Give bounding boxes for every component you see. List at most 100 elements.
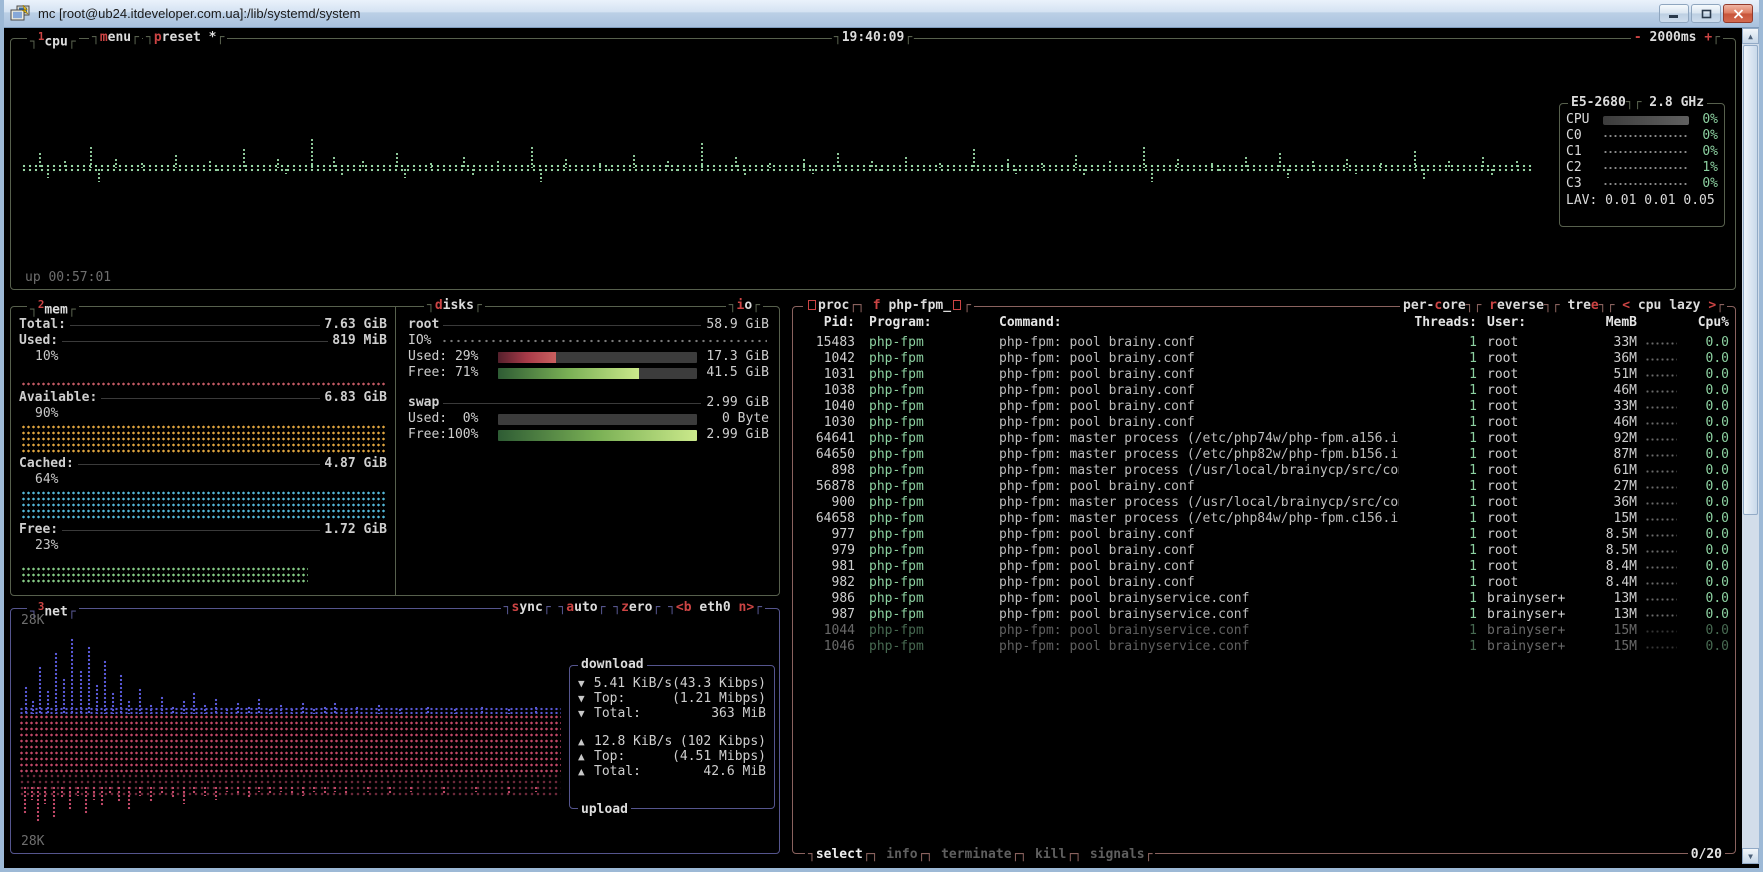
disk-io-row: IO% <box>408 333 769 349</box>
process-row[interactable]: 979 php-fpm php-fpm: pool brainy.conf 1 … <box>799 543 1729 559</box>
cpu-box-title: ┐1cpu┌ <box>27 30 79 49</box>
process-row[interactable]: 1042 php-fpm php-fpm: pool brainy.conf 1… <box>799 351 1729 367</box>
scrollbar-thumb[interactable] <box>1743 45 1758 515</box>
process-cpu-graph <box>1637 351 1681 367</box>
process-cpu-graph <box>1637 511 1681 527</box>
disk-free-row: Free: 71%41.5 GiB <box>408 365 769 381</box>
upload-arrow-icon: ▲ <box>578 734 594 749</box>
process-row[interactable]: 64650 php-fpm php-fpm: master process (/… <box>799 447 1729 463</box>
sort-prev-icon[interactable]: < <box>1622 298 1630 313</box>
download-speed-row: ▼5.41 KiB/s(43.3 Kibps) <box>578 676 766 691</box>
clock: ┐19:40:09┌ <box>832 30 914 45</box>
upload-speed-row: ▲12.8 KiB/s(102 Kibps) <box>578 734 766 749</box>
process-row[interactable]: 982 php-fpm php-fpm: pool brainy.conf 1 … <box>799 575 1729 591</box>
process-row[interactable]: 977 php-fpm php-fpm: pool brainy.conf 1 … <box>799 527 1729 543</box>
process-row[interactable]: 64658 php-fpm php-fpm: master process (/… <box>799 511 1729 527</box>
scrollbar-track[interactable] <box>1742 516 1759 848</box>
mem-used-row: Used:819 MiB <box>19 333 387 349</box>
process-cpu-graph <box>1637 591 1681 607</box>
maximize-button[interactable] <box>1691 4 1721 23</box>
cpu-usage-graph <box>21 49 1719 255</box>
net-traffic-graph <box>19 619 561 845</box>
interface-switcher[interactable]: ┐<b eth0 n>┌ <box>668 600 762 615</box>
reverse-toggle[interactable]: reverse┐┌ <box>1489 298 1559 313</box>
disks-title: ┐disks┌ <box>424 298 485 313</box>
auto-toggle[interactable]: ┐auto┌ <box>558 600 605 615</box>
io-mode-button[interactable]: ┐io┌ <box>726 298 763 313</box>
download-label: download <box>578 657 647 672</box>
upload-arrow-icon: ▲ <box>578 749 594 764</box>
process-cpu-graph <box>1637 527 1681 543</box>
net-stats-panel: download ▼5.41 KiB/s(43.3 Kibps) ▼Top:(1… <box>569 665 775 809</box>
process-cpu-graph <box>1637 463 1681 479</box>
menu-button[interactable]: ┐menu┌ <box>89 30 142 45</box>
per-core-toggle[interactable]: per-core┐┌ <box>1403 298 1481 313</box>
process-cpu-graph <box>1637 479 1681 495</box>
cpu-meter <box>1603 116 1689 125</box>
process-row[interactable]: 1031 php-fpm php-fpm: pool brainy.conf 1… <box>799 367 1729 383</box>
process-cpu-graph <box>1637 543 1681 559</box>
sort-next-icon[interactable]: > <box>1708 298 1716 313</box>
process-row[interactable]: 1038 php-fpm php-fpm: pool brainy.conf 1… <box>799 383 1729 399</box>
close-button[interactable] <box>1723 4 1753 23</box>
putty-app-icon <box>10 5 32 23</box>
scroll-up-icon[interactable]: ▲ <box>1742 28 1759 44</box>
process-cpu-graph <box>1637 607 1681 623</box>
interval-plus-button[interactable]: + <box>1704 30 1712 45</box>
tree-toggle[interactable]: tree┐┌ <box>1567 298 1614 313</box>
mem-used-percent: 10% <box>19 349 387 365</box>
preset-button[interactable]: ┐preset *┌ <box>143 30 227 45</box>
update-interval-control[interactable]: - 2000ms +┌ <box>1631 30 1723 45</box>
scroll-down-icon[interactable]: ▼ <box>1742 848 1759 864</box>
zero-toggle[interactable]: ┐zero┌ <box>613 600 660 615</box>
process-row[interactable]: 64641 php-fpm php-fpm: master process (/… <box>799 431 1729 447</box>
upload-total-row: ▲Total:42.6 MiB <box>578 764 766 779</box>
sort-selector[interactable]: < cpu lazy >┌ <box>1622 298 1724 313</box>
process-cpu-graph <box>1637 415 1681 431</box>
process-row[interactable]: 987 php-fpm php-fpm: pool brainyservice.… <box>799 607 1729 623</box>
process-row[interactable]: 898 php-fpm php-fpm: master process (/us… <box>799 463 1729 479</box>
terminate-button[interactable]: terminate <box>941 847 1011 862</box>
disk-free-meter <box>498 430 697 441</box>
kill-button[interactable]: kill <box>1035 847 1066 862</box>
mem-cached-row: Cached:4.87 GiB <box>19 456 387 472</box>
download-total-row: ▼Total:363 MiB <box>578 706 766 721</box>
titlebar[interactable]: mc [root@ub24.itdeveloper.com.ua]:/lib/s… <box>4 0 1759 28</box>
io-graph <box>441 339 767 343</box>
process-row[interactable]: 981 php-fpm php-fpm: pool brainy.conf 1 … <box>799 559 1729 575</box>
process-row[interactable]: 15483 php-fpm php-fpm: pool brainy.conf … <box>799 335 1729 351</box>
prev-interface-button[interactable]: <b <box>676 600 692 615</box>
mem-total-row: Total:7.63 GiB <box>19 317 387 333</box>
process-cpu-graph <box>1637 639 1681 655</box>
mem-cached-percent: 64% <box>19 472 387 488</box>
filter-input[interactable]: f php-fpm_┌ <box>873 298 971 313</box>
process-cpu-graph <box>1637 559 1681 575</box>
proc-header-left: proc┌┐ f php-fpm_┌ <box>803 298 974 313</box>
process-row[interactable]: 1044 php-fpm php-fpm: pool brainyservice… <box>799 623 1729 639</box>
info-button[interactable]: info <box>886 847 917 862</box>
process-row[interactable]: 56878 php-fpm php-fpm: pool brainy.conf … <box>799 479 1729 495</box>
process-row[interactable]: 986 php-fpm php-fpm: pool brainyservice.… <box>799 591 1729 607</box>
mem-available-percent: 90% <box>19 406 387 422</box>
process-row[interactable]: 900 php-fpm php-fpm: master process (/us… <box>799 495 1729 511</box>
disk-used-meter <box>498 414 697 425</box>
cpu-graph-baseline <box>21 164 1532 173</box>
sync-toggle[interactable]: ┐sync┌ <box>504 600 551 615</box>
core-graph <box>1603 182 1689 186</box>
minimize-button[interactable] <box>1659 4 1689 23</box>
proc-box: proc┌┐ f php-fpm_┌ per-core┐┌ reverse┐┌ … <box>792 306 1736 854</box>
process-cpu-graph <box>1637 431 1681 447</box>
process-row[interactable]: 1030 php-fpm php-fpm: pool brainy.conf 1… <box>799 415 1729 431</box>
upload-top-row: ▲Top:(4.51 Mibps) <box>578 749 766 764</box>
disk-used-row: Used: 29%17.3 GiB <box>408 349 769 365</box>
process-row[interactable]: 1040 php-fpm php-fpm: pool brainy.conf 1… <box>799 399 1729 415</box>
scrollbar[interactable]: ▲ ▼ <box>1742 28 1759 864</box>
signals-button[interactable]: signals <box>1090 847 1145 862</box>
disks-panel: ┐disks┌ ┐io┌ root58.9 GiB IO% Used: 29%1… <box>396 307 779 595</box>
select-button[interactable]: select <box>816 847 863 862</box>
process-row[interactable]: 1046 php-fpm php-fpm: pool brainyservice… <box>799 639 1729 655</box>
process-cpu-graph <box>1637 383 1681 399</box>
mem-free-row: Free:1.72 GiB <box>19 522 387 538</box>
interval-minus-button[interactable]: - <box>1634 30 1642 45</box>
next-interface-button[interactable]: n> <box>739 600 755 615</box>
